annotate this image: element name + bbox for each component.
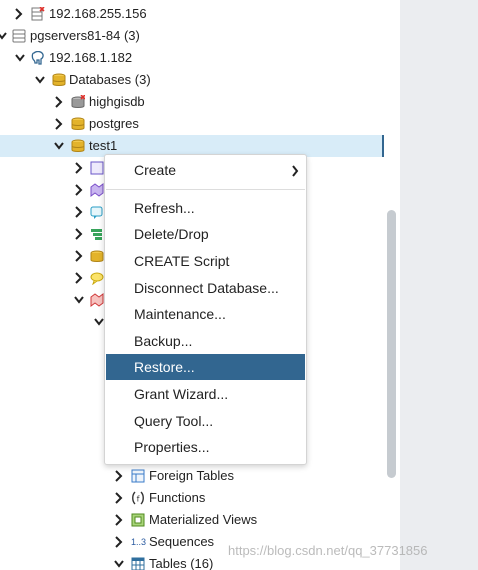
menu-item-grant-wizard-label: Grant Wizard... — [134, 386, 229, 402]
db-highgisdb-label: highgisdb — [89, 94, 145, 109]
databases-icon — [52, 73, 66, 86]
menu-item-query-tool-label: Query Tool... — [134, 413, 214, 429]
tree-node-db-highgisdb[interactable]: highgisdb — [0, 91, 384, 113]
tables-label: Tables (16) — [149, 556, 214, 570]
postgres-elephant-icon — [31, 51, 44, 65]
tree-node-functions[interactable]: f Functions — [0, 487, 384, 509]
server-group-icon — [12, 29, 26, 43]
sequences-icon: 1..3 — [131, 537, 147, 547]
cast-icon — [90, 161, 104, 175]
menu-item-properties-label: Properties... — [134, 439, 210, 455]
tree-node-schemas[interactable] — [0, 289, 104, 311]
chevron-down-icon[interactable] — [13, 47, 27, 69]
catalog-icon — [90, 183, 104, 197]
menu-item-properties[interactable]: Properties... — [106, 434, 305, 460]
server-b-label: 192.168.1.182 — [49, 50, 133, 65]
database-icon — [71, 117, 85, 130]
database-disconnected-icon — [71, 95, 85, 108]
chevron-right-icon[interactable] — [72, 267, 86, 289]
tree-node-event-triggers[interactable] — [0, 201, 104, 223]
tree-node-server-a[interactable]: 192.168.255.156 — [0, 3, 384, 25]
menu-item-disconnect-database[interactable]: Disconnect Database... — [106, 275, 305, 301]
menu-item-grant-wizard[interactable]: Grant Wizard... — [106, 381, 305, 407]
menu-item-create-script[interactable]: CREATE Script — [106, 248, 305, 274]
menu-item-delete-drop[interactable]: Delete/Drop — [106, 221, 305, 247]
menu-item-backup[interactable]: Backup... — [106, 328, 305, 354]
context-menu: Create Refresh... Delete/Drop CREATE Scr… — [104, 154, 307, 465]
chevron-right-icon[interactable] — [72, 179, 86, 201]
tree-node-catalogs[interactable] — [0, 179, 104, 201]
chevron-right-icon[interactable] — [12, 3, 26, 25]
menu-item-backup-label: Backup... — [134, 333, 193, 349]
foreign-data-wrapper-icon — [90, 250, 104, 262]
chevron-down-icon[interactable] — [52, 135, 66, 157]
menu-item-maintenance[interactable]: Maintenance... — [106, 301, 305, 327]
chevron-right-icon[interactable] — [112, 509, 126, 531]
svg-text:f: f — [137, 495, 140, 504]
chevron-right-icon[interactable] — [112, 487, 126, 509]
tree-scrollbar-thumb[interactable] — [387, 210, 396, 478]
menu-item-disconnect-database-label: Disconnect Database... — [134, 280, 279, 296]
chevron-right-icon[interactable] — [72, 201, 86, 223]
tree-node-server-b[interactable]: 192.168.1.182 — [0, 47, 384, 69]
server-group-label: pgservers81-84 (3) — [30, 28, 140, 43]
menu-item-restore[interactable]: Restore... — [106, 354, 305, 380]
chevron-right-icon[interactable] — [112, 465, 126, 487]
chevron-down-icon[interactable] — [0, 25, 9, 47]
schemas-icon — [90, 293, 104, 307]
tree-node-foreign-data-wrappers[interactable] — [0, 245, 104, 267]
tables-icon — [131, 557, 145, 570]
main-panel — [400, 0, 478, 570]
tree-node-schema-public[interactable] — [0, 311, 104, 333]
chevron-right-icon[interactable] — [72, 245, 86, 267]
materialized-views-label: Materialized Views — [149, 512, 258, 527]
chevron-right-icon[interactable] — [72, 223, 86, 245]
database-icon — [71, 139, 85, 152]
menu-item-restore-label: Restore... — [134, 359, 195, 375]
tree-node-databases[interactable]: Databases (3) — [0, 69, 384, 91]
chevron-right-icon[interactable] — [52, 91, 66, 113]
menu-item-maintenance-label: Maintenance... — [134, 306, 226, 322]
menu-item-create[interactable]: Create — [106, 157, 305, 183]
functions-label: Functions — [149, 490, 206, 505]
menu-item-delete-drop-label: Delete/Drop — [134, 226, 209, 242]
foreign-tables-label: Foreign Tables — [149, 468, 235, 483]
foreign-table-icon — [131, 469, 145, 483]
extension-icon — [91, 229, 102, 240]
menu-item-refresh[interactable]: Refresh... — [106, 195, 305, 221]
menu-separator — [106, 189, 305, 190]
chevron-right-icon — [292, 165, 299, 177]
menu-item-create-script-label: CREATE Script — [134, 253, 230, 269]
menu-item-create-label: Create — [134, 162, 177, 178]
functions-icon: f — [132, 491, 144, 505]
sequences-label: Sequences — [149, 534, 215, 549]
chevron-down-icon[interactable] — [33, 69, 47, 91]
server-a-label: 192.168.255.156 — [49, 6, 147, 21]
menu-item-refresh-label: Refresh... — [134, 200, 195, 216]
tree-node-materialized-views[interactable]: Materialized Views — [0, 509, 384, 531]
tree-node-db-postgres[interactable]: postgres — [0, 113, 384, 135]
db-postgres-label: postgres — [89, 116, 139, 131]
tree-node-extensions[interactable] — [0, 223, 104, 245]
tree-node-server-group[interactable]: pgservers81-84 (3) — [0, 25, 384, 47]
chevron-right-icon[interactable] — [112, 531, 126, 553]
tree-node-foreign-tables[interactable]: Foreign Tables — [0, 465, 384, 487]
materialized-view-icon — [131, 513, 145, 527]
server-disconnected-icon — [31, 7, 45, 21]
databases-label: Databases (3) — [69, 72, 151, 87]
chevron-down-icon[interactable] — [112, 553, 126, 570]
chevron-right-icon[interactable] — [52, 113, 66, 135]
chevron-down-icon[interactable] — [72, 289, 86, 311]
language-icon — [90, 272, 104, 285]
chevron-right-icon[interactable] — [72, 157, 86, 179]
tree-node-casts[interactable] — [0, 157, 104, 179]
tree-node-languages[interactable] — [0, 267, 104, 289]
watermark: https://blog.csdn.net/qq_37731856 — [228, 543, 428, 558]
event-trigger-icon — [90, 206, 103, 219]
menu-item-query-tool[interactable]: Query Tool... — [106, 408, 305, 434]
